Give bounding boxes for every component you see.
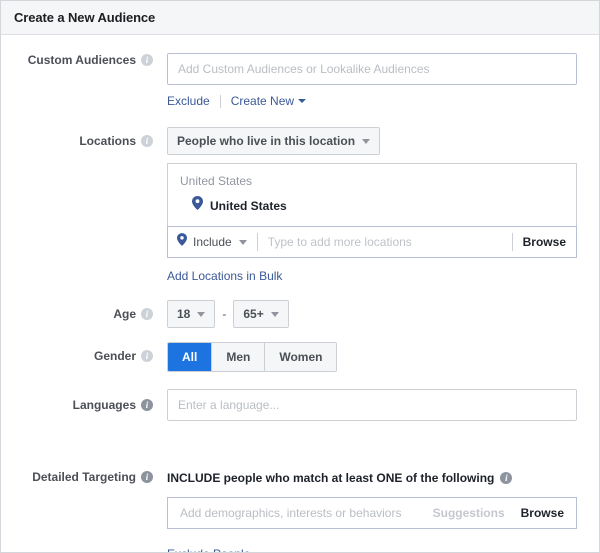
row-gender: Gender i All Men Women	[1, 342, 579, 372]
location-add-row: Include Type to add more locations Brows…	[167, 226, 577, 258]
detailed-targeting-field: INCLUDE people who match at least ONE of…	[159, 469, 579, 552]
create-new-audience-link[interactable]: Create New	[231, 92, 307, 110]
detailed-targeting-input[interactable]: Add demographics, interests or behaviors…	[167, 497, 577, 529]
exclude-audiences-link[interactable]: Exclude	[167, 94, 210, 108]
audience-form: Custom Audiences i Add Custom Audiences …	[1, 35, 599, 552]
locations-box: United States United States Include Type…	[167, 163, 577, 258]
languages-label: Languages i	[1, 389, 159, 421]
info-icon[interactable]: i	[141, 54, 153, 66]
gender-toggle-group: All Men Women	[167, 342, 338, 372]
row-languages: Languages i Enter a language...	[1, 389, 579, 421]
gender-option-all[interactable]: All	[168, 343, 213, 371]
gender-option-men[interactable]: Men	[212, 343, 266, 371]
chevron-down-icon	[362, 138, 371, 144]
info-icon[interactable]: i	[141, 471, 153, 483]
gender-field: All Men Women	[159, 342, 579, 372]
location-name: United States	[210, 198, 287, 213]
create-audience-panel: Create a New Audience Custom Audiences i…	[0, 0, 600, 553]
chevron-down-icon	[197, 311, 206, 317]
location-include-select[interactable]: Include	[177, 233, 247, 251]
row-locations: Locations i People who live in this loca…	[1, 127, 579, 285]
location-pin-icon	[177, 233, 187, 251]
age-field: 18 - 65+	[159, 300, 579, 328]
languages-input[interactable]: Enter a language...	[167, 389, 577, 421]
info-icon[interactable]: i	[141, 399, 153, 411]
location-group-name: United States	[180, 174, 253, 188]
detailed-targeting-placeholder: Add demographics, interests or behaviors	[180, 506, 402, 520]
selected-locations-list: United States United States	[167, 163, 577, 226]
divider	[256, 233, 258, 251]
info-icon[interactable]: i	[141, 135, 153, 147]
info-icon[interactable]: i	[500, 472, 513, 484]
chevron-down-icon	[270, 311, 279, 317]
page-title: Create a New Audience	[14, 10, 156, 25]
chevron-down-icon	[298, 98, 307, 103]
gender-label: Gender i	[1, 342, 159, 370]
languages-field: Enter a language...	[159, 389, 579, 421]
custom-audiences-placeholder: Add Custom Audiences or Lookalike Audien…	[178, 62, 430, 76]
custom-audiences-input[interactable]: Add Custom Audiences or Lookalike Audien…	[167, 53, 577, 85]
locations-label: Locations i	[1, 127, 159, 155]
exclude-people-wrap: Exclude People	[167, 545, 579, 552]
age-range-separator: -	[222, 307, 227, 321]
age-min-select[interactable]: 18	[167, 300, 216, 328]
suggestions-button[interactable]: Suggestions	[433, 506, 505, 520]
languages-placeholder: Enter a language...	[178, 398, 280, 412]
locations-field: People who live in this location United …	[159, 127, 579, 285]
location-scope-select[interactable]: People who live in this location	[167, 127, 381, 155]
add-locations-bulk-link[interactable]: Add Locations in Bulk	[167, 269, 282, 283]
link-divider	[219, 94, 221, 108]
custom-audiences-links: Exclude Create New	[167, 92, 579, 110]
info-icon[interactable]: i	[141, 308, 153, 320]
browse-targeting-button[interactable]: Browse	[521, 506, 564, 520]
custom-audiences-label: Custom Audiences i	[1, 53, 159, 67]
row-detailed-targeting: Detailed Targeting i INCLUDE people who …	[1, 469, 579, 552]
row-custom-audiences: Custom Audiences i Add Custom Audiences …	[1, 53, 579, 110]
custom-audiences-field: Add Custom Audiences or Lookalike Audien…	[159, 53, 579, 110]
row-age: Age i 18 - 65+	[1, 300, 579, 328]
location-pin-icon	[192, 196, 203, 215]
info-icon[interactable]: i	[141, 350, 153, 362]
bulk-locations-wrap: Add Locations in Bulk	[167, 267, 579, 285]
location-search-input[interactable]: Type to add more locations	[268, 235, 502, 249]
divider	[511, 233, 513, 251]
age-label: Age i	[1, 300, 159, 328]
detailed-targeting-label: Detailed Targeting i	[1, 469, 159, 485]
detailed-targeting-heading: INCLUDE people who match at least ONE of…	[167, 471, 579, 485]
age-max-select[interactable]: 65+	[233, 300, 289, 328]
browse-locations-button[interactable]: Browse	[523, 235, 566, 249]
chevron-down-icon	[238, 239, 247, 245]
panel-header: Create a New Audience	[1, 1, 599, 35]
gender-option-women[interactable]: Women	[265, 343, 337, 371]
exclude-people-link[interactable]: Exclude People	[167, 547, 250, 552]
list-item[interactable]: United States	[180, 196, 564, 215]
